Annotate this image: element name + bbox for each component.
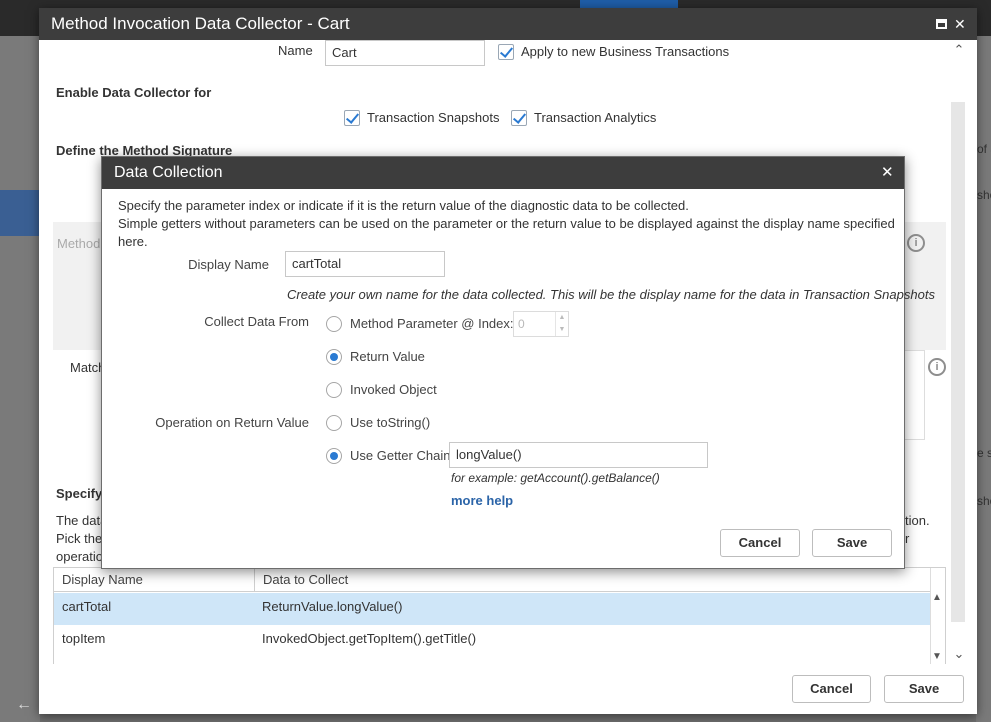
background-text-fragment: of a [977,142,991,156]
info-icon[interactable]: i [928,358,946,376]
chevron-down-icon[interactable]: ⌄ [952,646,966,662]
method-parameter-radio[interactable] [326,316,342,332]
back-arrow-icon[interactable]: ← [16,696,32,714]
snapshots-checkbox[interactable] [344,110,360,126]
dialog-title: Data Collection [102,157,904,189]
display-name-label: Display Name [188,257,269,272]
parameter-index-stepper[interactable]: 0 ▲ ▼ [513,311,569,337]
row-display-name: cartTotal [62,599,112,614]
scroll-up-icon[interactable]: ▲ [932,592,942,603]
data-collection-dialog: Data Collection ✕ Specify the parameter … [101,156,935,569]
table-scrollbar[interactable]: ▲ ▼ [930,568,945,664]
specify-description: The data [56,513,108,528]
data-collection-table: Display Name Data to Collect cartTotal R… [53,567,946,664]
info-icon[interactable]: i [907,234,925,252]
specify-description: tion. [905,513,930,528]
window-scrollbar[interactable]: ⌃ ⌄ [948,40,968,666]
specify-description: r [905,531,910,546]
dialog-cancel-button[interactable]: Cancel [720,529,800,557]
apply-new-bt-label: Apply to new Business Transactions [521,44,730,59]
row-display-name: topItem [62,631,106,646]
background-text-fragment: sho [977,494,991,508]
return-value-radio[interactable] [326,349,342,365]
dialog-intro: Specify the parameter index or indicate … [118,198,689,213]
scroll-down-icon[interactable]: ▼ [932,651,942,662]
chevron-up-icon[interactable]: ⌃ [952,42,966,58]
tostring-label: Use toString() [350,415,431,430]
specify-description: operatio [56,549,103,564]
dialog-intro: here. [118,234,148,249]
getter-example: for example: getAccount().getBalance() [451,471,660,485]
method-label: Method [57,236,101,251]
stepper-down-icon[interactable]: ▼ [555,324,568,336]
background-active-tab [580,0,678,8]
getter-chain-label: Use Getter Chain [350,448,451,463]
specify-section-title: Specify [56,486,103,501]
stepper-up-icon[interactable]: ▲ [555,312,568,324]
row-data-to-collect: InvokedObject.getTopItem().getTitle() [262,631,477,646]
specify-description: Pick the [56,531,103,546]
name-label: Name [278,43,313,58]
snapshots-label: Transaction Snapshots [367,110,500,125]
dialog-save-button[interactable]: Save [812,529,892,557]
background-text-fragment: sho [977,188,991,202]
display-name-hint: Create your own name for the data collec… [287,287,935,302]
getter-chain-radio[interactable] [326,448,342,464]
cancel-button[interactable]: Cancel [792,675,871,703]
more-help-link[interactable]: more help [451,493,513,508]
background-left-panel [0,36,40,722]
background-selected-item [0,190,40,236]
analytics-label: Transaction Analytics [534,110,657,125]
operation-label: Operation on Return Value [155,415,309,430]
analytics-checkbox[interactable] [511,110,527,126]
column-data-to-collect[interactable]: Data to Collect [254,568,930,592]
close-icon[interactable]: ✕ [881,157,894,189]
column-display-name[interactable]: Display Name [54,568,254,592]
collect-from-label: Collect Data From [204,314,309,329]
table-row[interactable]: cartTotal ReturnValue.longValue() [54,593,930,625]
save-button[interactable]: Save [884,675,964,703]
scrollbar-thumb[interactable] [951,102,965,622]
dialog-intro: Simple getters without parameters can be… [118,216,895,231]
maximize-icon[interactable] [936,19,947,29]
name-input[interactable]: Cart [325,40,485,66]
invoked-object-label: Invoked Object [350,382,437,397]
background-right-panel: of a sho e se sho [976,36,991,722]
invoked-object-radio[interactable] [326,382,342,398]
row-data-to-collect: ReturnValue.longValue() [262,599,403,614]
return-value-label: Return Value [350,349,425,364]
window-title: Method Invocation Data Collector - Cart [39,8,977,40]
background-text-fragment: e se [977,446,991,460]
getter-chain-input[interactable]: longValue() [449,442,708,468]
enable-section-title: Enable Data Collector for [56,85,212,100]
close-icon[interactable]: ✕ [954,8,966,40]
method-parameter-label: Method Parameter @ Index: [350,316,514,331]
apply-new-bt-checkbox[interactable] [498,44,514,60]
parameter-index-value: 0 [518,317,525,331]
table-row[interactable]: topItem InvokedObject.getTopItem().getTi… [54,625,930,657]
table-header: Display Name Data to Collect [54,568,930,592]
tostring-radio[interactable] [326,415,342,431]
display-name-input[interactable]: cartTotal [285,251,445,277]
